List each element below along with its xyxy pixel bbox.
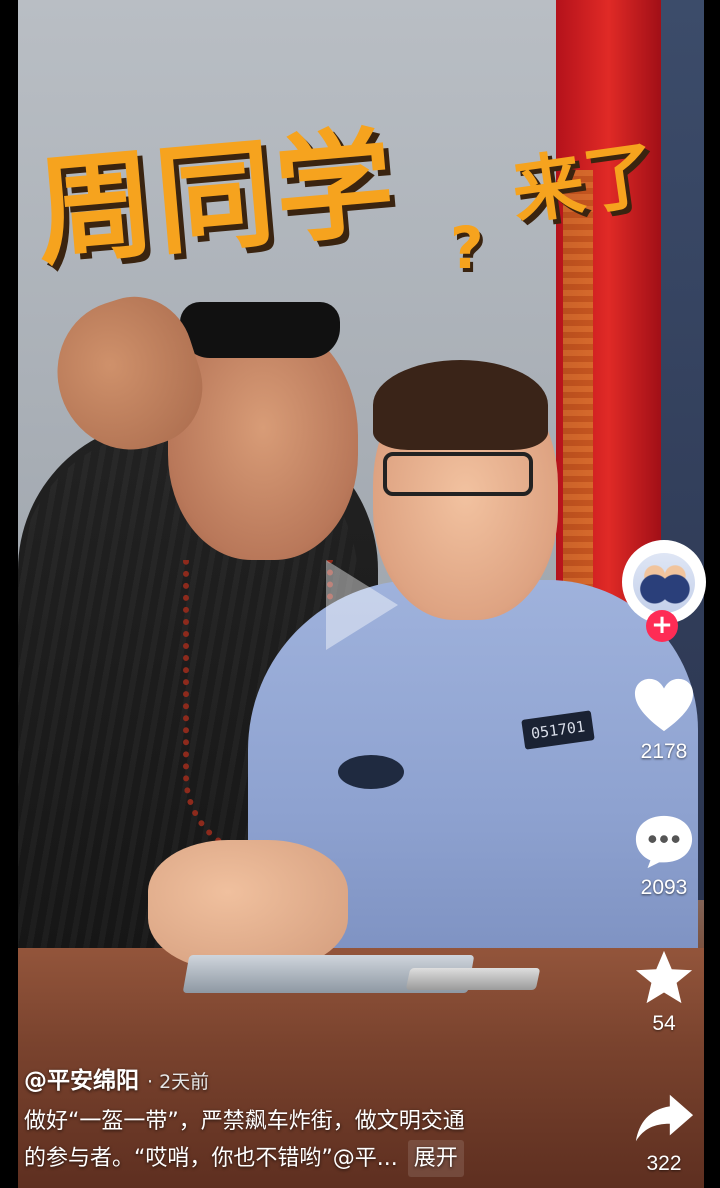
caption-text: 做好“一盔一带”，严禁飙车炸街，做文明交通 的参与者。“哎哨，你也不错哟”@平.… — [24, 1103, 614, 1177]
caption-line-2: 的参与者。“哎哨，你也不错哟”@平... 展开 — [24, 1140, 614, 1177]
play-icon[interactable] — [326, 560, 398, 650]
post-time: · 2天前 — [147, 1071, 210, 1093]
favorite-button[interactable]: 54 — [614, 948, 714, 1036]
caption-line-1: 做好“一盔一带”，严禁飙车炸街，做文明交通 — [24, 1109, 465, 1134]
video-screen[interactable]: 051701 周同学 ? 来了 + 2178 2093 54 322 @平安绵阳… — [0, 0, 720, 1188]
video-title-overlay: 周同学 ? 来了 — [30, 113, 682, 348]
comment-count: 2093 — [640, 876, 688, 899]
heart-icon — [634, 678, 694, 732]
phone — [405, 968, 541, 990]
comment-icon — [635, 815, 693, 869]
share-count: 322 — [646, 1152, 682, 1175]
expand-button[interactable]: 展开 — [407, 1140, 464, 1177]
favorite-count: 54 — [652, 1012, 676, 1035]
person-right-hair — [373, 360, 548, 450]
police-badge — [338, 755, 404, 789]
follow-plus-icon[interactable]: + — [646, 610, 678, 642]
share-icon — [635, 1094, 694, 1142]
title-sub: 来了 — [506, 131, 662, 235]
action-column: + 2178 2093 54 322 — [614, 540, 714, 1188]
comment-button[interactable]: 2093 — [614, 812, 714, 900]
title-question-mark: ? — [450, 214, 484, 282]
star-icon — [635, 950, 693, 1004]
avatar-image — [633, 553, 695, 613]
like-count: 2178 — [640, 740, 688, 763]
caption-line-2-text: 的参与者。“哎哨，你也不错哟”@平... — [24, 1146, 398, 1171]
author-handle[interactable]: @平安绵阳 — [24, 1063, 139, 1099]
video-caption: @平安绵阳 · 2天前 做好“一盔一带”，严禁飙车炸街，做文明交通 的参与者。“哎… — [24, 1063, 614, 1188]
like-button[interactable]: 2178 — [614, 676, 714, 764]
person-right-hand — [148, 840, 348, 970]
share-button[interactable]: 322 — [614, 1088, 714, 1176]
eyeglasses — [383, 452, 533, 496]
title-main: 周同学 — [30, 113, 401, 282]
